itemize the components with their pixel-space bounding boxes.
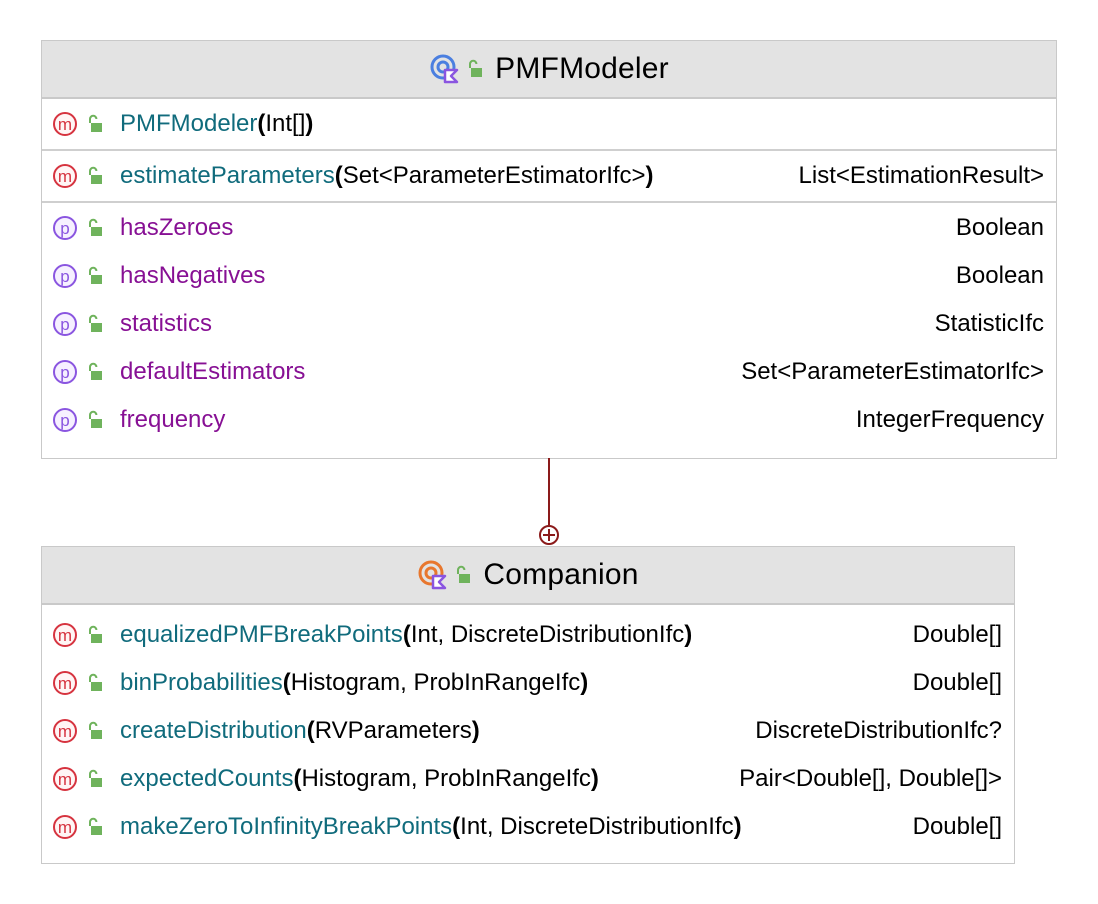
class-title: PMFModeler xyxy=(495,52,669,85)
class-header: PMFModeler xyxy=(42,41,1056,99)
member-name: expectedCounts xyxy=(120,765,294,792)
member-return-type: Double[] xyxy=(912,813,1002,840)
public-lock-icon xyxy=(87,769,103,789)
constructors-section: m PMFModeler(Int[]) xyxy=(42,99,1056,151)
member-return-type: DiscreteDistributionIfc? xyxy=(755,717,1002,744)
method-icon: m xyxy=(53,671,77,695)
member-params: Int, DiscreteDistributionIfc xyxy=(410,621,685,648)
member-params: Int, DiscreteDistributionIfc xyxy=(460,813,734,840)
public-lock-icon xyxy=(87,673,103,693)
member-type: Boolean xyxy=(955,262,1044,289)
member-type: Boolean xyxy=(955,214,1044,241)
member-type: StatisticIfc xyxy=(934,310,1044,337)
member-name: PMFModeler xyxy=(120,110,258,137)
member-name: equalizedPMFBreakPoints xyxy=(120,621,403,648)
nested-class-circle-plus-icon xyxy=(539,525,559,545)
nested-class-connector-line[interactable] xyxy=(548,458,550,525)
member-name: binProbabilities xyxy=(120,669,283,696)
property-row[interactable]: p hasNegatives Boolean xyxy=(42,252,1056,300)
property-icon: p xyxy=(53,408,77,432)
class-header: Companion xyxy=(42,547,1014,605)
member-params: Histogram, ProbInRangeIfc xyxy=(290,669,581,696)
property-icon: p xyxy=(53,264,77,288)
method-icon: m xyxy=(53,719,77,743)
method-icon: m xyxy=(53,164,77,188)
methods-section: m estimateParameters(Set<ParameterEstima… xyxy=(42,151,1056,203)
public-lock-icon xyxy=(87,266,103,286)
member-name: estimateParameters xyxy=(120,162,335,189)
methods-section: m equalizedPMFBreakPoints(Int, DiscreteD… xyxy=(42,605,1014,852)
member-name: frequency xyxy=(120,406,226,433)
method-icon: m xyxy=(53,112,77,136)
member-name: hasNegatives xyxy=(120,262,266,289)
method-row[interactable]: m createDistribution(RVParameters) Discr… xyxy=(42,707,1014,755)
property-row[interactable]: p hasZeroes Boolean xyxy=(42,204,1056,252)
member-name: makeZeroToInfinityBreakPoints xyxy=(120,813,453,840)
member-return-type: Pair<Double[], Double[]> xyxy=(739,765,1002,792)
member-name: hasZeroes xyxy=(120,214,234,241)
method-row[interactable]: m equalizedPMFBreakPoints(Int, DiscreteD… xyxy=(42,611,1014,659)
member-params: RVParameters xyxy=(314,717,472,744)
class-box-pmfmodeler[interactable]: PMFModeler m PMFModeler(Int[]) m estimat… xyxy=(41,40,1057,459)
public-lock-icon xyxy=(87,721,103,741)
method-row[interactable]: m makeZeroToInfinityBreakPoints(Int, Dis… xyxy=(42,803,1014,851)
public-lock-icon xyxy=(87,114,103,134)
property-row[interactable]: p defaultEstimators Set<ParameterEstimat… xyxy=(42,348,1056,396)
member-params: Int[] xyxy=(265,110,306,137)
property-row[interactable]: p frequency IntegerFrequency xyxy=(42,396,1056,444)
property-icon: p xyxy=(53,360,77,384)
public-lock-icon xyxy=(87,166,103,186)
public-lock-icon xyxy=(467,59,483,79)
member-name: statistics xyxy=(120,310,213,337)
method-row[interactable]: m expectedCounts(Histogram, ProbInRangeI… xyxy=(42,755,1014,803)
member-return-type: Double[] xyxy=(912,669,1002,696)
method-icon: m xyxy=(53,767,77,791)
kotlin-object-icon xyxy=(418,560,447,590)
public-lock-icon xyxy=(455,565,471,585)
method-icon: m xyxy=(53,623,77,647)
class-title: Companion xyxy=(483,558,639,591)
property-icon: p xyxy=(53,216,77,240)
public-lock-icon xyxy=(87,314,103,334)
public-lock-icon xyxy=(87,362,103,382)
member-params: Histogram, ProbInRangeIfc xyxy=(301,765,591,792)
property-icon: p xyxy=(53,312,77,336)
public-lock-icon xyxy=(87,817,103,837)
method-icon: m xyxy=(53,815,77,839)
constructor-row[interactable]: m PMFModeler(Int[]) xyxy=(42,100,1056,148)
public-lock-icon xyxy=(87,410,103,430)
public-lock-icon xyxy=(87,218,103,238)
kotlin-class-icon xyxy=(430,54,459,84)
method-row[interactable]: m binProbabilities(Histogram, ProbInRang… xyxy=(42,659,1014,707)
member-name: defaultEstimators xyxy=(120,358,306,385)
member-return-type: List<EstimationResult> xyxy=(798,162,1044,189)
public-lock-icon xyxy=(87,625,103,645)
member-type: IntegerFrequency xyxy=(855,406,1044,433)
member-params: Set<ParameterEstimatorIfc> xyxy=(342,162,646,189)
member-type: Set<ParameterEstimatorIfc> xyxy=(741,358,1044,385)
property-row[interactable]: p statistics StatisticIfc xyxy=(42,300,1056,348)
member-name: createDistribution xyxy=(120,717,307,744)
method-row[interactable]: m estimateParameters(Set<ParameterEstima… xyxy=(42,152,1056,200)
class-box-companion[interactable]: Companion m equalizedPMFBreakPoints(Int,… xyxy=(41,546,1015,864)
member-return-type: Double[] xyxy=(912,621,1002,648)
properties-section: p hasZeroes Boolean p hasNegatives Boole… xyxy=(42,203,1056,445)
